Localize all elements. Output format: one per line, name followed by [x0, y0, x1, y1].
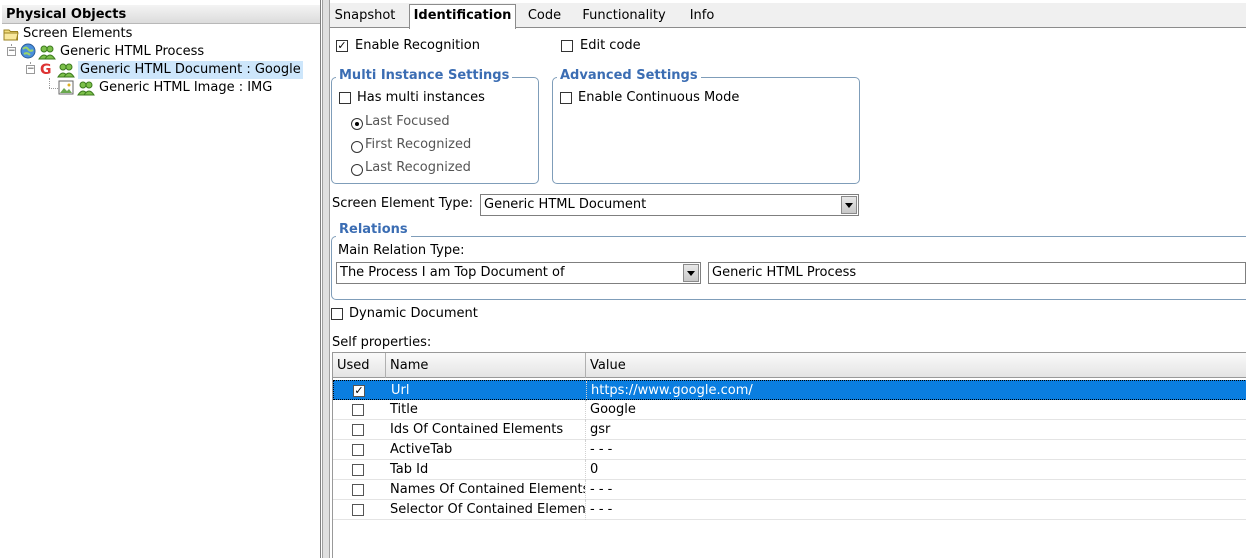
has-multi-instances-label: Has multi instances [357, 90, 485, 105]
enable-recognition-checkbox[interactable]: ✓ [336, 40, 348, 52]
row-name: Tab Id [386, 460, 586, 480]
tree-line [49, 88, 58, 89]
table-row[interactable]: ActiveTab - - - [333, 440, 1246, 460]
table-row[interactable]: Title Google [333, 400, 1246, 420]
physical-objects-header: Physical Objects [2, 5, 320, 24]
row-used-checkbox[interactable]: ✓ [353, 385, 365, 397]
dropdown-arrow-icon[interactable] [841, 196, 857, 214]
dropdown-arrow-icon[interactable] [683, 264, 699, 282]
first-recognized-radio[interactable] [351, 141, 363, 153]
row-name: ActiveTab [386, 440, 586, 460]
row-name: Ids Of Contained Elements [386, 420, 586, 440]
row-value: gsr [590, 422, 611, 437]
last-focused-label: Last Focused [365, 114, 450, 129]
row-used-checkbox[interactable] [352, 404, 364, 416]
row-value: - - - [590, 482, 613, 497]
row-value: - - - [590, 442, 613, 457]
tab-functionality[interactable]: Functionality [580, 5, 668, 27]
properties-pane: Snapshot Identification Code Functionali… [330, 0, 1246, 558]
multi-instance-title: Multi Instance Settings [336, 68, 513, 83]
screen-element-type-value: Generic HTML Document [484, 197, 647, 212]
continuous-mode-checkbox[interactable] [560, 92, 572, 104]
tree-line [49, 78, 50, 88]
google-icon: G [40, 62, 52, 78]
image-icon [58, 80, 74, 95]
edit-code-label: Edit code [580, 38, 641, 53]
row-used-checkbox[interactable] [352, 484, 364, 496]
row-used-checkbox[interactable] [352, 424, 364, 436]
collapse-icon[interactable]: − [7, 47, 16, 56]
last-focused-radio[interactable] [351, 118, 363, 130]
tree-label: Screen Elements [23, 26, 133, 41]
relations-title: Relations [336, 222, 411, 237]
tree-label: Generic HTML Process [60, 44, 205, 59]
tab-bar: Snapshot Identification Code Functionali… [330, 3, 1246, 29]
first-recognized-label: First Recognized [365, 137, 472, 152]
table-row[interactable]: Names Of Contained Elements - - - [333, 480, 1246, 500]
row-used-checkbox[interactable] [352, 504, 364, 516]
row-name: Selector Of Contained Element [386, 500, 586, 520]
self-properties-label: Self properties: [332, 335, 432, 350]
globe-icon [20, 43, 36, 59]
row-value: Google [590, 402, 636, 417]
row-value: 0 [590, 462, 599, 477]
tab-snapshot[interactable]: Snapshot [330, 5, 400, 27]
screen-element-type-select[interactable]: Generic HTML Document [480, 194, 859, 216]
screen-element-type-label: Screen Element Type: [332, 196, 474, 211]
tree-label-selected: Generic HTML Document : Google [78, 61, 303, 79]
tree-label: Generic HTML Image : IMG [99, 80, 273, 95]
row-name: Title [386, 400, 586, 420]
row-value: - - - [590, 502, 613, 517]
row-value: https://www.google.com/ [591, 383, 753, 398]
table-row[interactable]: ✓ Url https://www.google.com/ [333, 380, 1246, 401]
main-relation-type-label: Main Relation Type: [338, 243, 465, 258]
related-element-field[interactable]: Generic HTML Process [708, 262, 1246, 284]
last-recognized-radio[interactable] [351, 164, 363, 176]
has-multi-instances-checkbox[interactable] [339, 92, 351, 104]
row-name: Url [387, 381, 587, 401]
table-header: Used Name Value [333, 353, 1246, 378]
self-properties-table: Used Name Value ✓ Url https://www.google… [332, 352, 1246, 558]
dynamic-document-checkbox[interactable] [331, 308, 343, 320]
tab-info[interactable]: Info [684, 5, 720, 27]
folder-icon [3, 29, 19, 41]
column-header-value[interactable]: Value [586, 353, 1246, 378]
collapse-icon[interactable]: − [26, 65, 35, 74]
table-row[interactable]: Ids Of Contained Elements gsr [333, 420, 1246, 440]
column-header-used[interactable]: Used [333, 353, 386, 378]
users-icon [38, 45, 56, 60]
pane-splitter[interactable] [322, 0, 330, 558]
row-used-checkbox[interactable] [352, 444, 364, 456]
enable-recognition-label: Enable Recognition [355, 38, 480, 53]
row-used-checkbox[interactable] [352, 464, 364, 476]
advanced-settings-title: Advanced Settings [557, 68, 701, 83]
users-icon [57, 63, 75, 78]
last-recognized-label: Last Recognized [365, 160, 471, 175]
column-header-name[interactable]: Name [386, 353, 586, 378]
table-row[interactable]: Selector Of Contained Element - - - [333, 500, 1246, 520]
users-icon [77, 81, 95, 96]
relation-type-select[interactable]: The Process I am Top Document of [336, 262, 701, 284]
continuous-mode-label: Enable Continuous Mode [578, 90, 740, 105]
physical-objects-pane: Physical Objects Screen Elements − Gener… [0, 0, 321, 558]
table-row[interactable]: Tab Id 0 [333, 460, 1246, 480]
tab-code[interactable]: Code [523, 5, 566, 27]
row-name: Names Of Contained Elements [386, 480, 586, 500]
tab-identification[interactable]: Identification [409, 4, 516, 29]
relation-type-value: The Process I am Top Document of [340, 265, 565, 280]
dynamic-document-label: Dynamic Document [349, 306, 478, 321]
edit-code-checkbox[interactable] [561, 40, 573, 52]
